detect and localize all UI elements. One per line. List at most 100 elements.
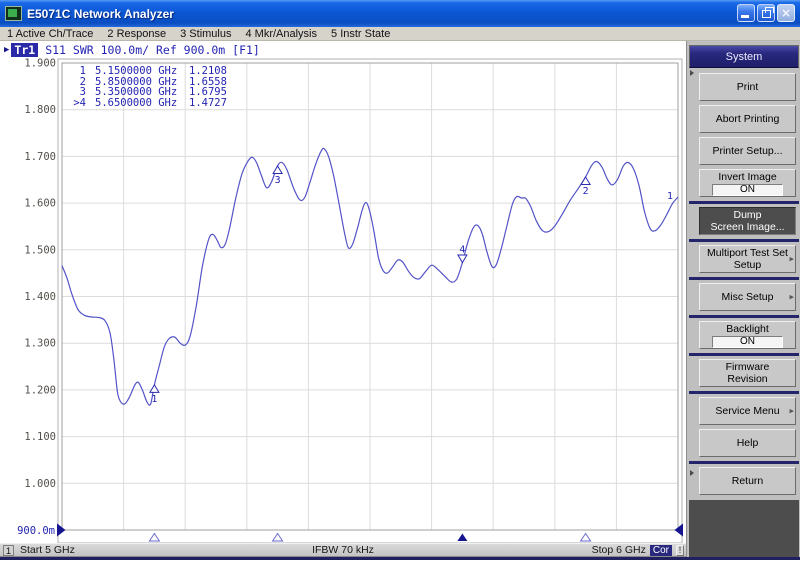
softkey-invert-image[interactable]: Invert ImageON [699,169,796,197]
softkey-label: Service Menu [715,405,779,417]
ref-level-arrow-left-icon [57,524,66,537]
softkey-abort-printing[interactable]: Abort Printing [699,105,796,133]
close-button[interactable]: × [777,4,795,22]
svg-text:1: 1 [151,394,157,405]
svg-text:1.700: 1.700 [24,151,56,163]
softkey-separator [689,461,799,464]
marker-readout-row-4: >45.6500000 GHz1.4727 [72,98,227,109]
marker-readout-cell: 1.2108 [189,66,227,77]
marker-4-position-indicator [457,534,467,542]
ref-level-arrow-right-icon [675,524,684,537]
svg-text:1.900: 1.900 [24,58,56,70]
sweep-stop-label: Stop 6 GHz [592,544,646,556]
window-title: E5071C Network Analyzer [27,7,174,21]
submenu-arrow-icon: ▸ [789,252,794,264]
grid-lines [62,63,678,530]
marker-readout-cell: 5.6500000 GHz [95,98,179,109]
softkey-firmware-revision[interactable]: FirmwareRevision [699,359,796,387]
e5071c-screen: E5071C Network Analyzer × 1 Active Ch/Tr… [0,0,800,567]
marker-2-position-indicator [581,534,591,542]
softkey-service-menu[interactable]: Service Menu▸ [699,397,796,425]
titlebar: E5071C Network Analyzer × [0,0,800,27]
svg-text:1.400: 1.400 [24,291,56,303]
marker-readout-cell: 1 [72,66,86,77]
trace1-settings: S11 SWR 100.0m/ Ref 900.0m [F1] [45,43,260,57]
marker-readout-cell: 5.1500000 GHz [95,66,179,77]
marker-readout-table: 15.1500000 GHz1.210825.8500000 GHz1.6558… [72,66,227,108]
marker-1-symbol[interactable]: 1 [150,385,159,405]
menu-item-2-response[interactable]: 2 Response [107,28,166,40]
app-icon [5,6,22,21]
status-bar: 1 Start 5 GHz IFBW 70 kHz Stop 6 GHz Cor… [0,543,686,557]
svg-text:3: 3 [275,175,281,186]
ifbw-label: IFBW 70 kHz [0,544,686,556]
softkey-label: Return [732,475,764,487]
svg-text:1.200: 1.200 [24,384,56,396]
close-icon: × [781,7,791,19]
marker-readout-row-1: 1 5.1500000 GHz 1.2108 [72,66,227,77]
softkey-label: Misc Setup [722,291,774,303]
svg-text:1.500: 1.500 [24,244,56,256]
softkey-label: Firmware [726,361,770,373]
svg-text:1.100: 1.100 [24,431,56,443]
softkey-label: Printer Setup... [712,145,782,157]
svg-text:2: 2 [583,186,589,197]
softkey-menu-title: System [689,45,799,68]
y-axis-reference-label: 900.0m [17,525,55,537]
restore-icon [762,10,771,18]
softkey-scroll-up-icon[interactable] [690,70,694,76]
menu-item-5-instr-state[interactable]: 5 Instr State [331,28,390,40]
marker-readout-cell: 1.4727 [189,98,227,109]
softkey-multiport-test-set-setup[interactable]: Multiport Test SetSetup ▸ [699,245,796,273]
softkey-return[interactable]: Return [699,467,796,495]
softkey-backlight-state: ON [712,336,782,348]
softkey-dump-screen-image[interactable]: DumpScreen Image... [699,207,796,235]
softkey-label: Screen Image... [710,221,784,233]
softkey-backlight[interactable]: BacklightON [699,321,796,349]
softkey-label: Setup [734,259,761,271]
softkey-label: Multiport Test Set [707,247,788,259]
restore-button[interactable] [757,4,775,22]
softkey-menu: System Print Abort Printing Printer Setup.… [686,41,800,557]
softkey-label: Backlight [726,323,769,335]
svg-text:4: 4 [459,245,465,256]
softkey-separator [689,239,799,242]
softkey-label: Abort Printing [716,113,780,125]
minimize-button[interactable] [737,4,755,22]
softkey-label: Dump [733,209,761,221]
softkey-misc-setup[interactable]: Misc Setup ▸ [699,283,796,311]
channel-window: 1.9001.8001.7001.6001.5001.4001.3001.200… [0,41,686,557]
softkey-scroll-down-icon[interactable] [690,470,694,476]
softkey-empty-area [689,500,799,557]
marker-4-symbol[interactable]: 4 [458,245,467,263]
marker-readout-cell: 3 [72,87,86,98]
trace-status-line: ▶ Tr1 S11 SWR 100.0m/ Ref 900.0m [F1] [4,43,260,57]
menu-item-4-mkr-analysis[interactable]: 4 Mkr/Analysis [245,28,317,40]
window-controls: × [737,4,795,22]
menu-item-1-active-ch-trace[interactable]: 1 Active Ch/Trace [7,28,93,40]
softkey-help[interactable]: Help [699,429,796,457]
active-trace-arrow-icon: ▶ [4,45,9,55]
softkey-label: Invert Image [718,171,776,183]
softkey-print[interactable]: Print [699,73,796,101]
softkey-separator [689,391,799,394]
svg-text:1.600: 1.600 [24,198,56,210]
softkey-printer-setup[interactable]: Printer Setup... [699,137,796,165]
trace-number-label: 1 [667,191,673,202]
submenu-arrow-icon: ▸ [789,290,794,302]
marker-3-symbol[interactable]: 3 [273,166,282,186]
trace1-label[interactable]: Tr1 [11,43,38,57]
softkey-label: Print [737,81,759,93]
softkey-separator [689,353,799,356]
minimize-icon [741,15,749,18]
marker-1-position-indicator [149,534,159,542]
softkey-separator [689,277,799,280]
chart-svg: 1.9001.8001.7001.6001.5001.4001.3001.200… [0,41,686,543]
marker-2-symbol[interactable]: 2 [581,177,590,197]
menu-item-3-stimulus[interactable]: 3 Stimulus [180,28,231,40]
menubar: 1 Active Ch/Trace 2 Response 3 Stimulus 4 M… [0,27,800,41]
alert-indicator: ! [676,545,684,556]
svg-text:1.000: 1.000 [24,478,56,490]
marker-readout-cell: 1.6795 [189,87,227,98]
softkey-label: Help [737,437,759,449]
